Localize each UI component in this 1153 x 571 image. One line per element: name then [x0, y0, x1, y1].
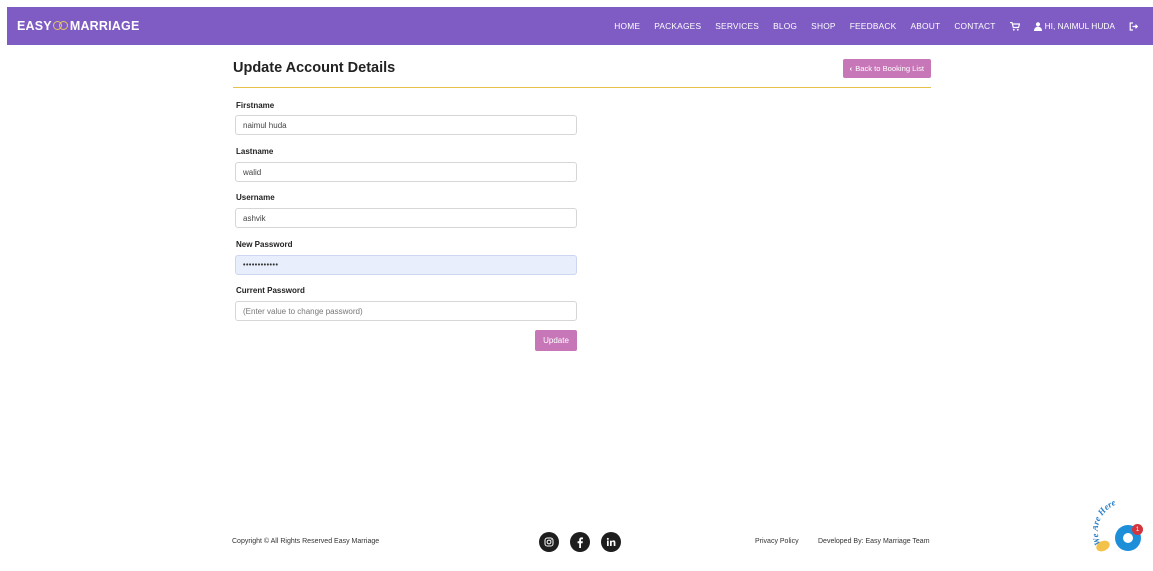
new-password-value: ••••••••••••	[243, 261, 279, 269]
lastname-label: Lastname	[236, 147, 274, 156]
username-value: ashvik	[243, 213, 266, 223]
nav-home[interactable]: HOME	[614, 21, 640, 31]
facebook-icon[interactable]	[570, 532, 590, 552]
cart-icon[interactable]	[1009, 21, 1020, 31]
firstname-label: Firstname	[236, 101, 275, 110]
top-navbar: EASY MARRIAGE HOME PACKAGES SERVICES BLO…	[7, 7, 1153, 45]
firstname-value: naimul huda	[243, 120, 287, 130]
user-menu[interactable]: HI, NAIMUL HUDA	[1033, 21, 1115, 31]
current-password-placeholder: (Enter value to change password)	[243, 306, 363, 316]
chevron-left-icon: ‹	[849, 64, 853, 73]
back-button-label: Back to Booking List	[855, 64, 924, 73]
nav-feedback[interactable]: FEEDBACK	[850, 21, 897, 31]
current-password-label: Current Password	[236, 286, 305, 295]
copyright-text: Copyright © All Rights Reserved Easy Mar…	[232, 538, 380, 545]
nav-about[interactable]: ABOUT	[910, 21, 940, 31]
rings-icon	[52, 20, 69, 32]
privacy-policy-link[interactable]: Privacy Policy	[755, 538, 799, 545]
username-field[interactable]: ashvik	[235, 208, 577, 228]
nav-blog[interactable]: BLOG	[773, 21, 797, 31]
update-button[interactable]: Update	[535, 330, 577, 351]
waving-hand-icon	[1096, 540, 1110, 552]
username-label: Username	[236, 193, 275, 202]
current-password-field[interactable]: (Enter value to change password)	[235, 301, 577, 321]
chat-widget[interactable]: We Are Here 1	[1093, 496, 1153, 561]
chat-notification-badge: 1	[1132, 524, 1143, 535]
page-header: Update Account Details ‹ Back to Booking…	[233, 58, 931, 88]
nav-packages[interactable]: PACKAGES	[654, 21, 701, 31]
lastname-field[interactable]: walid	[235, 162, 577, 182]
user-icon	[1033, 21, 1042, 31]
brand-right: MARRIAGE	[69, 19, 140, 33]
nav-contact[interactable]: CONTACT	[954, 21, 995, 31]
back-to-booking-list-button[interactable]: ‹ Back to Booking List	[842, 59, 931, 78]
new-password-label: New Password	[236, 240, 293, 249]
nav-shop[interactable]: SHOP	[811, 21, 836, 31]
page-title: Update Account Details	[233, 60, 396, 76]
brand-left: EASY	[17, 19, 52, 33]
linkedin-icon[interactable]	[601, 532, 621, 552]
new-password-field[interactable]: ••••••••••••	[235, 255, 577, 275]
developed-by-text: Developed By: Easy Marriage Team	[818, 538, 930, 545]
brand-logo[interactable]: EASY MARRIAGE	[17, 19, 140, 33]
firstname-field[interactable]: naimul huda	[235, 115, 577, 135]
nav-services[interactable]: SERVICES	[715, 21, 759, 31]
main-nav: HOME PACKAGES SERVICES BLOG SHOP FEEDBAC…	[600, 7, 1153, 45]
user-greeting: HI, NAIMUL HUDA	[1044, 21, 1115, 31]
lastname-value: walid	[243, 167, 262, 177]
instagram-icon[interactable]	[539, 532, 559, 552]
logout-icon[interactable]	[1129, 21, 1139, 31]
